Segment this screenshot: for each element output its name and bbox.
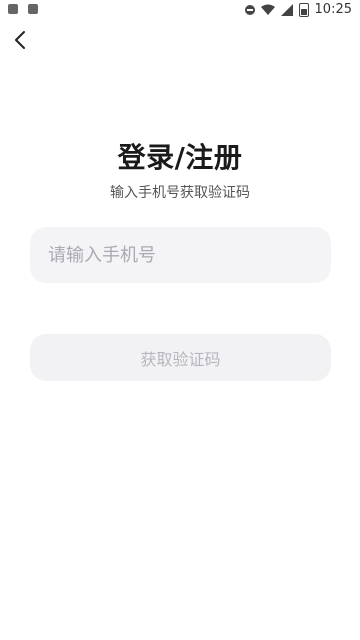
image-icon: [8, 4, 18, 14]
back-button[interactable]: [8, 28, 32, 52]
status-bar: 10:25: [0, 0, 360, 20]
page-subtitle: 输入手机号获取验证码: [110, 185, 250, 201]
phone-number-input[interactable]: [30, 227, 331, 283]
signal-icon: [280, 3, 293, 16]
wifi-icon: [260, 4, 275, 15]
status-time: 10:25: [314, 2, 352, 17]
get-verification-code-button[interactable]: 获取验证码: [30, 334, 331, 381]
do-not-disturb-icon: [244, 4, 255, 15]
status-bar-notifications: [8, 4, 38, 14]
battery-icon: [298, 2, 309, 17]
text-a-icon: [28, 4, 38, 14]
chevron-left-icon: [15, 31, 25, 49]
status-bar-system: 10:25: [244, 2, 352, 17]
page-title: 登录/注册: [117, 141, 243, 174]
